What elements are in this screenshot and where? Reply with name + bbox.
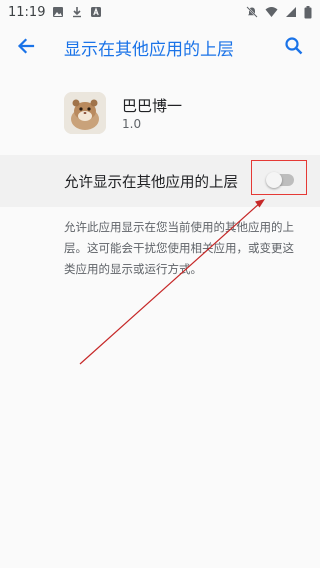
status-bar: 11:19 bbox=[0, 0, 320, 24]
download-icon bbox=[71, 6, 83, 18]
overlay-permission-label: 允许显示在其他应用的上层 bbox=[64, 175, 238, 191]
app-info: 巴巴博一 1.0 bbox=[0, 80, 320, 150]
status-left: 11:19 bbox=[8, 5, 102, 20]
status-right bbox=[246, 5, 312, 19]
app-bar: 显示在其他应用的上层 bbox=[0, 24, 320, 72]
search-icon bbox=[284, 36, 304, 60]
arrow-back-icon bbox=[16, 36, 36, 60]
mute-icon bbox=[246, 6, 258, 18]
signal-icon bbox=[285, 6, 297, 18]
app-name: 巴巴博一 bbox=[122, 97, 183, 115]
wifi-icon bbox=[265, 6, 278, 18]
permission-description: 允许此应用显示在您当前使用的其他应用的上层。这可能会干扰您使用相关应用，或变更这… bbox=[64, 220, 294, 276]
back-button[interactable] bbox=[12, 34, 40, 62]
toggle-thumb bbox=[266, 172, 282, 188]
notification-a-icon bbox=[90, 6, 102, 18]
battery-icon bbox=[304, 5, 312, 19]
app-version: 1.0 bbox=[122, 117, 142, 131]
status-time: 11:19 bbox=[8, 4, 46, 20]
app-icon bbox=[64, 92, 106, 134]
search-button[interactable] bbox=[280, 34, 308, 62]
page-title: 显示在其他应用的上层 bbox=[64, 40, 234, 60]
overlay-permission-toggle[interactable] bbox=[266, 172, 296, 188]
image-icon bbox=[52, 6, 64, 18]
